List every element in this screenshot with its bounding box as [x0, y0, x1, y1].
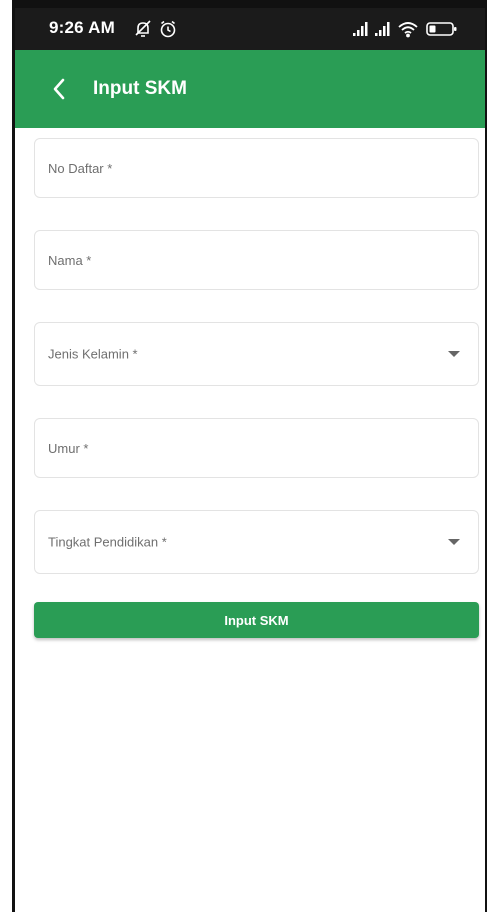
umur-field-wrapper: [34, 418, 479, 478]
jenis-kelamin-select[interactable]: Jenis Kelamin *: [34, 322, 479, 386]
input-skm-button[interactable]: Input SKM: [34, 602, 479, 638]
battery-icon: [426, 22, 457, 36]
screen-border-top: [12, 0, 487, 8]
status-icons-right: [353, 20, 465, 43]
tingkat-pendidikan-label: Tingkat Pendidikan *: [48, 534, 167, 550]
status-time: 9:26 AM: [49, 18, 115, 37]
alarm-icon: [160, 20, 176, 38]
chevron-left-icon: [53, 78, 65, 100]
signal-icon: [353, 22, 368, 36]
app-bar: Input SKM: [15, 50, 485, 128]
notifications-off-icon: [135, 20, 151, 37]
page-title: Input SKM: [93, 78, 187, 99]
app-screen: 9:26 AM Input SKM No Daftar * Nama * Jen…: [0, 0, 487, 912]
umur-input[interactable]: [35, 419, 478, 477]
nama-input[interactable]: [35, 231, 478, 289]
nama-field-wrapper: [34, 230, 479, 290]
no-daftar-field-wrapper: [34, 138, 479, 198]
tingkat-pendidikan-select[interactable]: Tingkat Pendidikan *: [34, 510, 479, 574]
back-button[interactable]: [37, 67, 81, 111]
form-content: Jenis Kelamin * Tingkat Pendidikan * Inp…: [15, 128, 485, 912]
jenis-kelamin-label: Jenis Kelamin *: [48, 346, 138, 362]
no-daftar-input[interactable]: [35, 139, 478, 197]
status-bar: 9:26 AM: [15, 8, 485, 50]
status-icons-left: [134, 19, 182, 44]
signal-icon: [375, 22, 390, 36]
dropdown-arrow-icon: [448, 351, 460, 357]
dropdown-arrow-icon: [448, 539, 460, 545]
wifi-icon: [398, 22, 418, 38]
